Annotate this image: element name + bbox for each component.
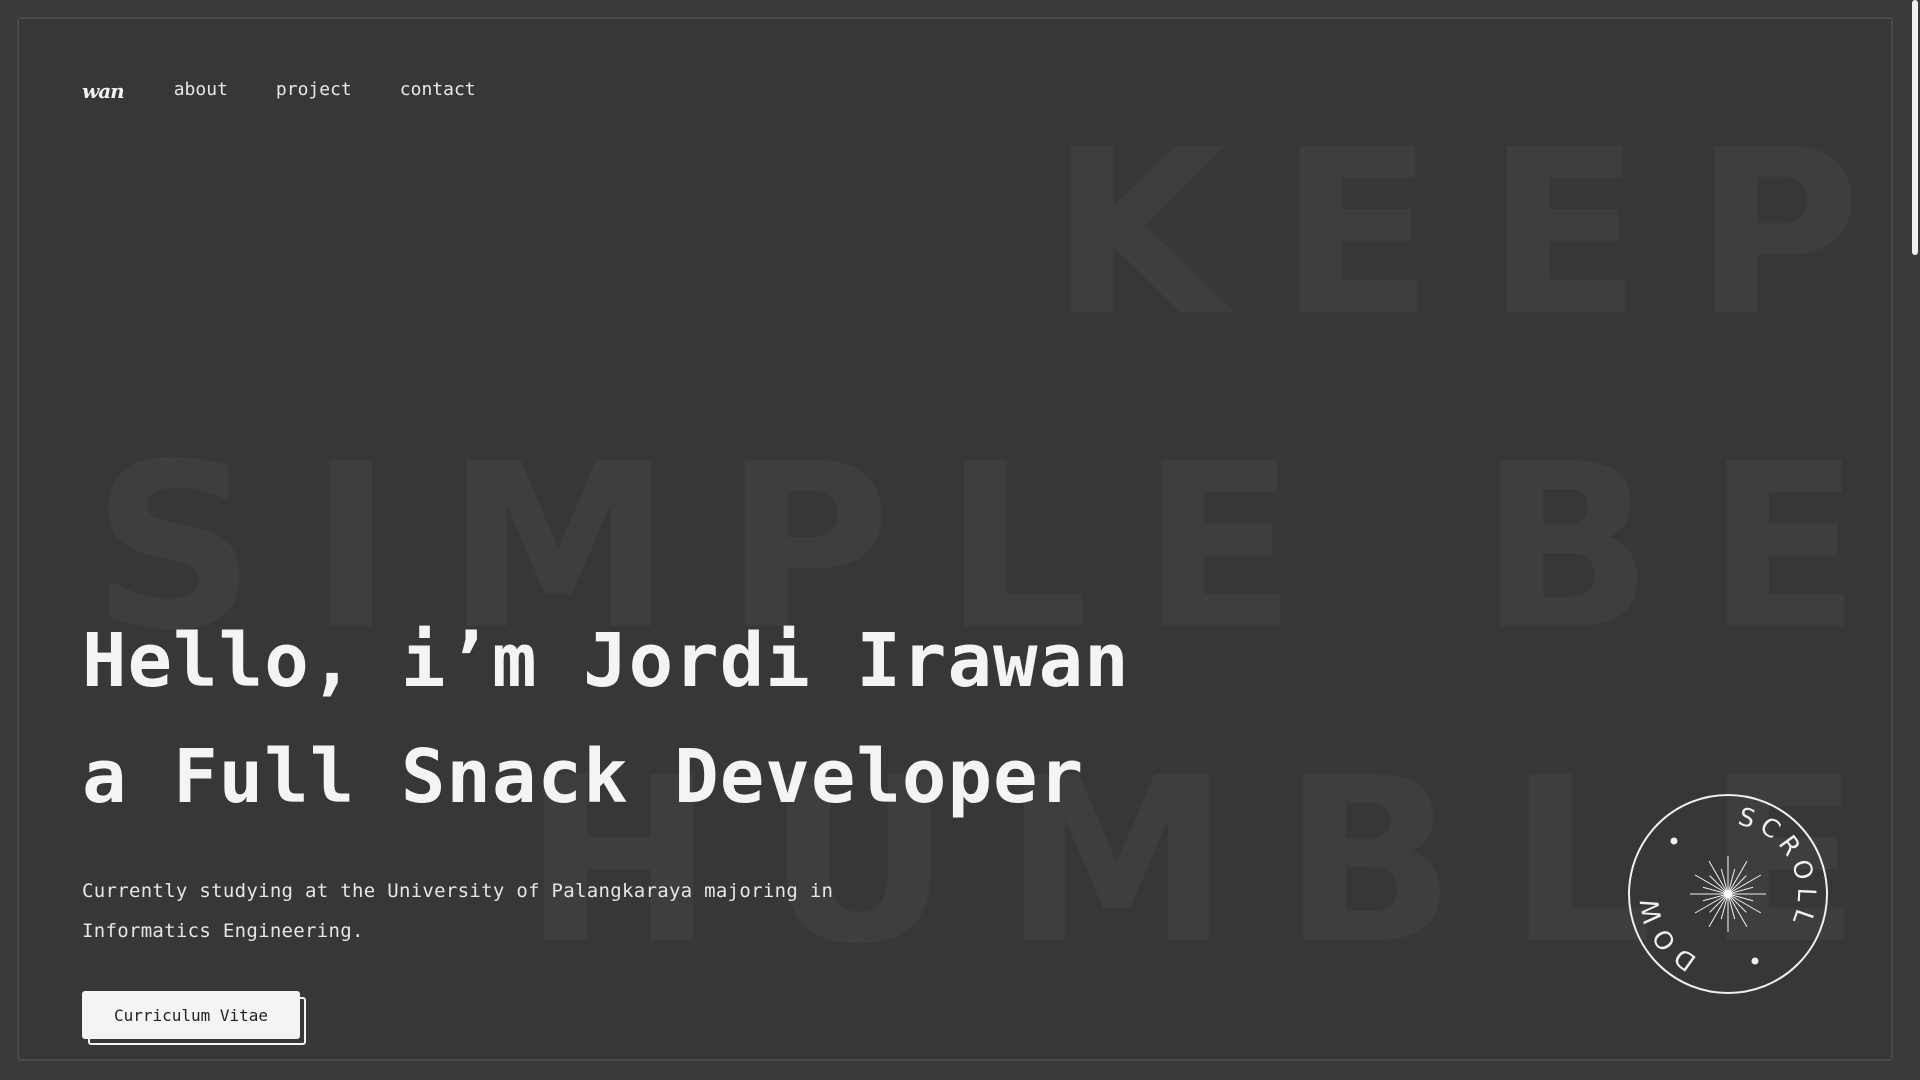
badge-text-scroll: SCROLL xyxy=(1735,802,1815,934)
nav-link-about[interactable]: about xyxy=(174,79,228,100)
background-text-line-1: KEEP xyxy=(1049,100,1893,366)
badge-dot-left xyxy=(1670,837,1678,845)
badge-text-down: DOWN xyxy=(1627,793,1695,977)
scrollbar-thumb[interactable] xyxy=(1912,0,1918,255)
nav-link-project[interactable]: project xyxy=(276,79,352,100)
nav-link-contact[interactable]: contact xyxy=(400,79,476,100)
curriculum-vitae-button[interactable]: Curriculum Vitae xyxy=(82,991,300,1039)
page-frame: KEEP SIMPLE BE HUMBLE wan about project … xyxy=(17,17,1893,1061)
badge-text-bottom: DOWN xyxy=(1627,793,1701,977)
hero-heading: Hello, i’m Jordi Irawan a Full Snack Dev… xyxy=(82,603,1130,835)
hero-heading-line-1: Hello, i’m Jordi Irawan xyxy=(82,618,1130,704)
hero-heading-line-2: a Full Snack Developer xyxy=(82,734,1085,820)
top-nav: wan about project contact xyxy=(82,69,524,109)
logo[interactable]: wan xyxy=(82,79,125,103)
hero-section: Hello, i’m Jordi Irawan a Full Snack Dev… xyxy=(82,603,1130,1045)
badge-text-top: SCROLL xyxy=(1735,802,1821,934)
scrollbar[interactable] xyxy=(1910,0,1920,1080)
cv-button-wrapper: Curriculum Vitae xyxy=(82,991,306,1045)
badge-dot-right xyxy=(1751,957,1759,965)
hero-subtitle: Currently studying at the University of … xyxy=(82,880,834,942)
scroll-down-badge[interactable]: SCROLL DOWN xyxy=(1627,793,1829,995)
starburst-icon xyxy=(1690,856,1766,932)
